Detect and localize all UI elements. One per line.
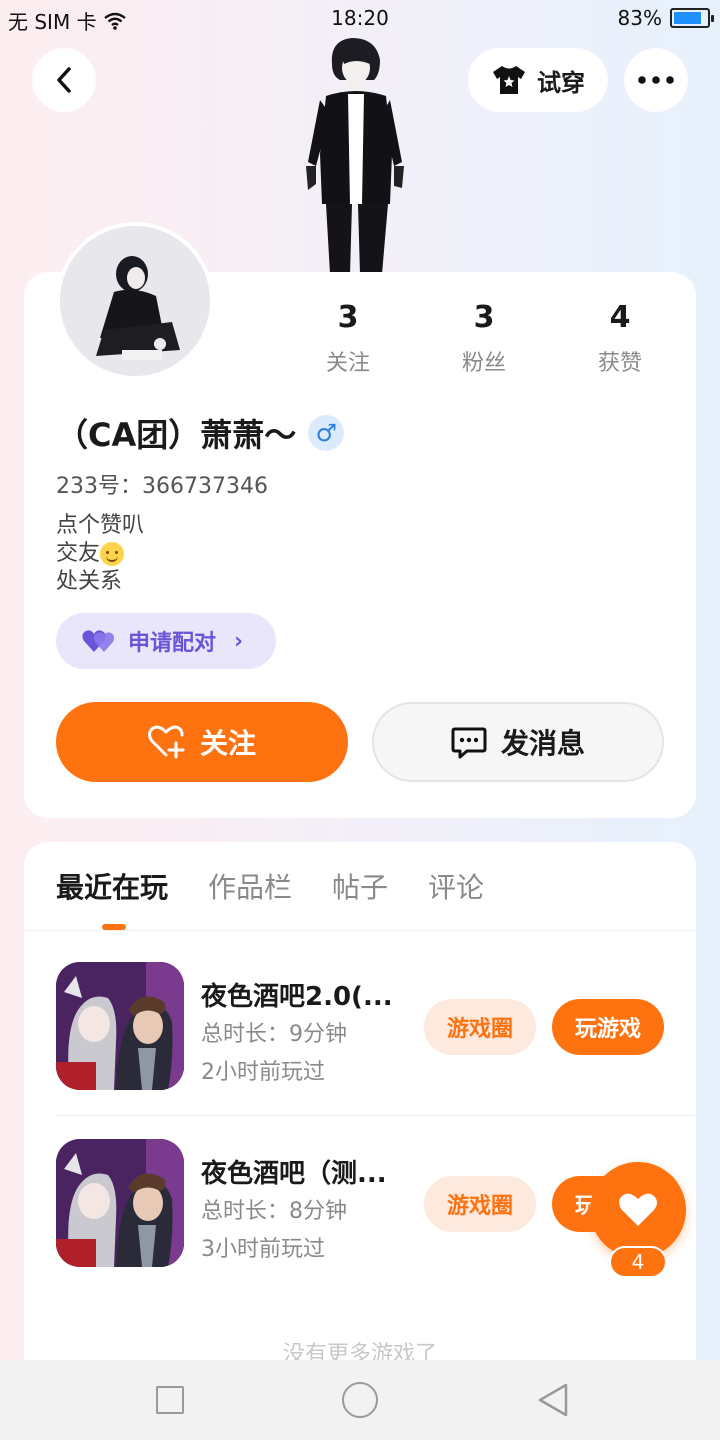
divider [24,930,696,931]
stat-label: 获赞 [597,351,642,376]
tab-recently-played[interactable]: 最近在玩 [56,866,168,906]
recent-apps-icon[interactable] [156,1386,184,1414]
tab-works[interactable]: 作品栏 [208,866,292,906]
stat-followers[interactable]: 3 粉丝 [416,300,552,377]
home-icon[interactable] [342,1382,378,1418]
more-dots-icon [638,76,674,84]
game-circle-button[interactable]: 游戏圈 [424,1176,536,1232]
tshirt-icon [493,66,525,94]
male-gender-icon: ♂ [308,415,345,451]
avatar[interactable] [56,222,214,380]
status-time: 18:20 [331,6,389,30]
follow-label: 关注 [199,727,256,760]
stat-likes[interactable]: 4 获赞 [552,300,688,377]
game-last-played: 3小时前玩过 [201,1237,325,1262]
stat-value: 3 [473,300,495,335]
tab-posts[interactable]: 帖子 [332,866,388,906]
message-button[interactable]: 发消息 [372,702,664,782]
try-on-label: 试穿 [537,68,585,97]
chevron-left-icon [57,67,71,93]
heart-icon [619,1193,657,1226]
like-button[interactable] [590,1162,686,1258]
avatar-figure [306,38,404,274]
chat-bubble-icon [451,727,487,759]
chevron-right-icon: › [234,628,244,654]
game-last-played: 2小时前玩过 [201,1060,325,1085]
content-tabs: 最近在玩 作品栏 帖子 评论 [56,866,484,906]
pair-label: 申请配对 [128,631,217,656]
system-nav-bar [0,1360,720,1440]
heart-plus-icon [147,725,185,759]
game-duration: 总时长：9分钟 [201,1022,347,1047]
like-count-badge: 4 [609,1246,667,1278]
game-row[interactable]: 夜色酒吧2.0(... 总时长：9分钟 2小时前玩过 游戏圈 玩游戏 [56,962,696,1092]
tab-comments[interactable]: 评论 [428,866,484,906]
try-on-button[interactable]: 试穿 [468,48,608,112]
more-button[interactable] [624,48,688,112]
game-duration: 总时长：8分钟 [201,1199,347,1224]
stat-value: 4 [609,300,631,335]
games-card [24,842,696,1362]
status-bar: 无 SIM 卡 18:20 83% [0,0,720,38]
bio-line: 点个赞叭 [56,513,145,538]
status-right: 83% [617,6,714,30]
battery-percent: 83% [617,6,662,30]
bio-line-with-emoji: 交友 [56,540,144,568]
battery-icon [670,8,714,28]
bio-line: 处关系 [56,569,123,594]
pair-request-button[interactable]: 申请配对 › [56,613,276,669]
bio-line: 交友 [56,541,101,566]
stat-value: 3 [337,300,359,335]
game-title: 夜色酒吧2.0(... [201,982,393,1012]
name-row: （CA团）萧萧〜 ♂ [56,410,345,456]
nav-back-icon[interactable] [536,1382,570,1418]
stat-label: 关注 [325,351,370,376]
message-label: 发消息 [500,727,585,760]
game-icon [56,1139,184,1267]
stat-following[interactable]: 3 关注 [280,300,416,377]
user-id: 233号：366737346 [56,474,268,499]
avatar-image [60,226,210,376]
follow-button[interactable]: 关注 [56,702,348,782]
double-heart-icon [82,630,115,652]
game-icon [56,962,184,1090]
stat-label: 粉丝 [461,351,506,376]
divider [56,1115,696,1116]
game-circle-button[interactable]: 游戏圈 [424,999,536,1055]
back-button[interactable] [32,48,96,112]
user-name: （CA团）萧萧〜 [56,416,297,454]
game-title: 夜色酒吧（测... [201,1159,387,1189]
battery-fill [674,12,701,24]
profile-stats: 3 关注 3 粉丝 4 获赞 [280,300,688,377]
play-game-button[interactable]: 玩游戏 [552,999,664,1055]
user-bio: 点个赞叭 交友 处关系 [56,512,144,596]
smile-emoji-icon [100,542,125,566]
